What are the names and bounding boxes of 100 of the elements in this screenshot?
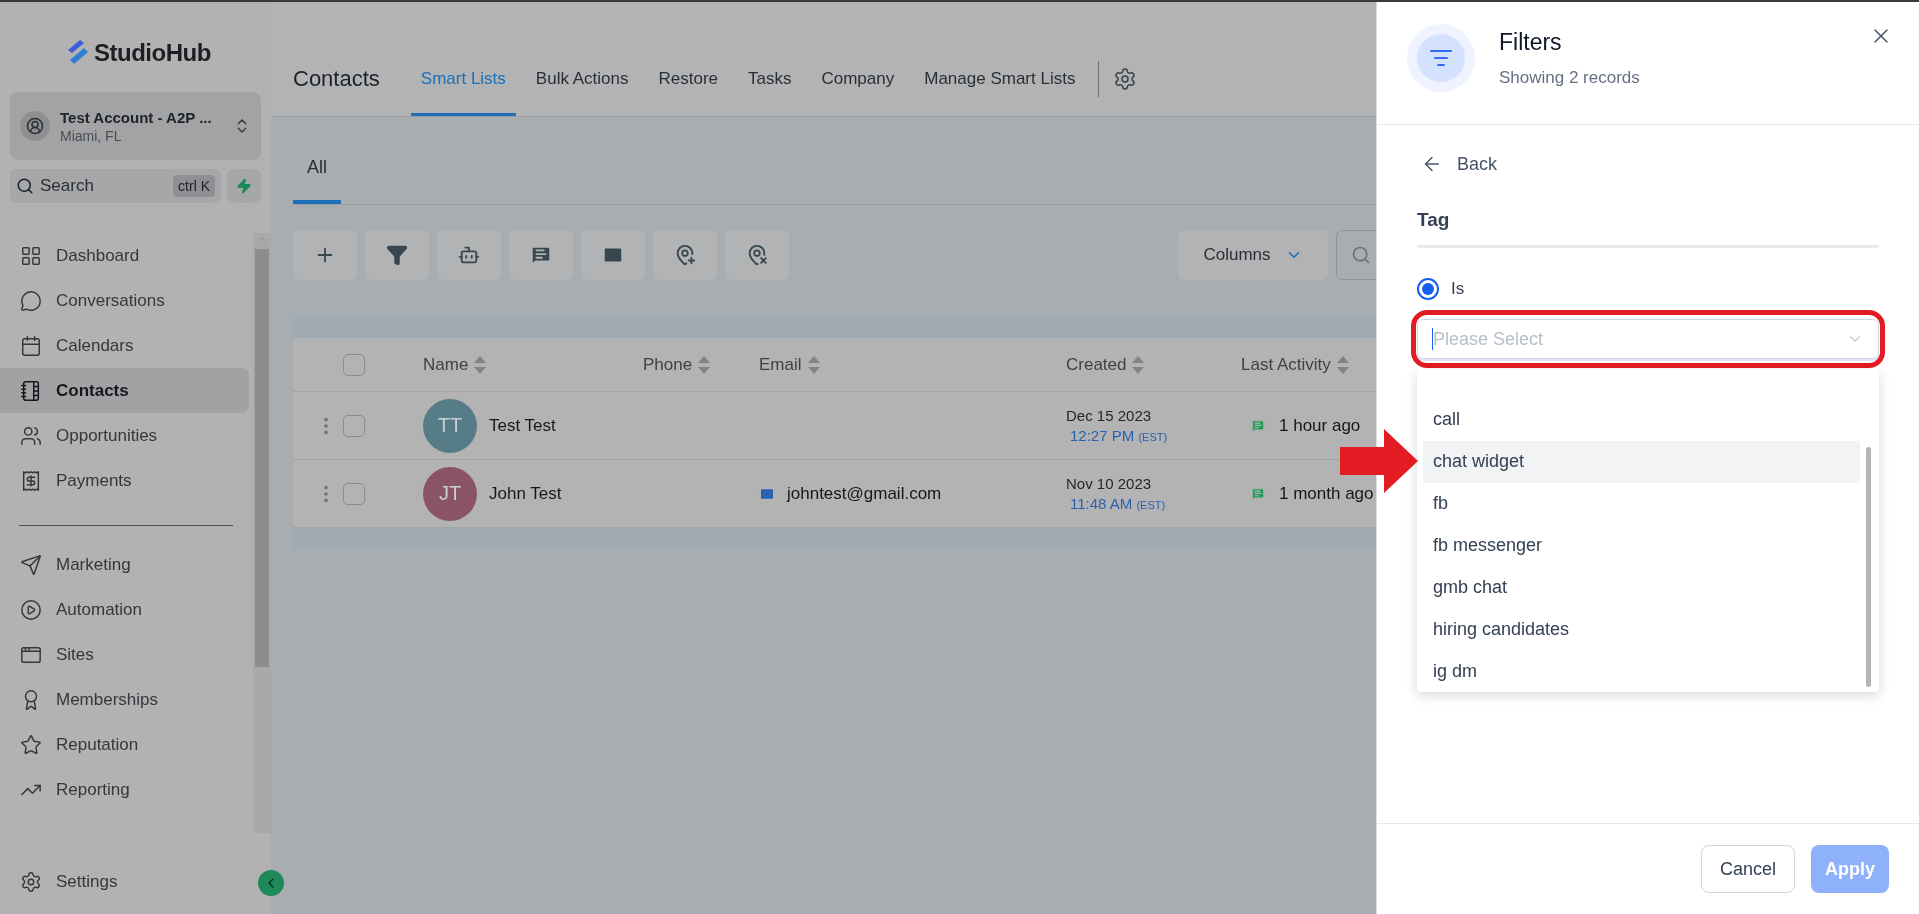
nav-item[interactable]: Contacts <box>0 368 249 413</box>
shortcut-key: ctrl K <box>173 175 215 197</box>
list-tab[interactable]: All <box>293 157 341 204</box>
bot-button[interactable] <box>437 230 501 280</box>
logo-icon <box>66 40 88 66</box>
checkbox[interactable] <box>343 414 365 437</box>
search-icon <box>16 177 34 195</box>
nav-item[interactable]: Calendars <box>0 323 249 368</box>
column-header[interactable]: Last Activity <box>1241 354 1376 375</box>
nav-item[interactable]: Marketing <box>0 542 249 587</box>
location-user-icon <box>26 117 44 135</box>
dropdown-option[interactable]: chat widget <box>1423 440 1860 483</box>
created-time: 12:27 PM (EST) <box>1069 427 1169 444</box>
last-activity: 1 month ago <box>1279 483 1374 504</box>
created-date: Dec 15 2023 <box>1066 407 1153 424</box>
sort-icon[interactable] <box>698 355 711 374</box>
sort-icon[interactable] <box>474 355 487 374</box>
sort-icon[interactable] <box>1132 355 1145 374</box>
checkbox[interactable] <box>343 482 365 505</box>
nav-item[interactable]: Payments <box>0 458 249 503</box>
nav-tab[interactable]: Manage Smart Lists <box>914 42 1086 116</box>
page-title: Contacts <box>293 66 380 92</box>
select-placeholder: Please Select <box>1433 328 1545 350</box>
quick-action-button[interactable] <box>227 169 261 203</box>
paper-plane-icon <box>20 553 42 576</box>
account-switcher[interactable]: Test Account - A2P ... Miami, FL <box>10 92 261 160</box>
nav-tab[interactable]: Company <box>811 42 905 116</box>
panel-title: Filters <box>1499 29 1563 56</box>
lightning-icon <box>236 178 252 194</box>
calendar-icon <box>20 334 42 357</box>
settings-icon[interactable] <box>1113 67 1138 91</box>
settings-item[interactable]: Settings <box>0 859 118 905</box>
pin-plus-icon <box>674 244 696 266</box>
nav-item[interactable]: Conversations <box>0 278 249 323</box>
columns-button[interactable]: Columns <box>1178 230 1328 280</box>
dropdown-option[interactable]: gmb chat <box>1423 566 1860 609</box>
add-tag-button[interactable] <box>653 230 717 280</box>
account-name: Test Account - A2P ... <box>60 108 213 126</box>
nav-item[interactable]: Reporting <box>0 767 249 812</box>
message-icon <box>530 244 552 266</box>
radio-label: Is <box>1451 279 1465 299</box>
chat-bubble-icon <box>20 289 42 312</box>
search-field[interactable]: Search ctrl K <box>10 169 221 203</box>
nav-item[interactable]: Automation <box>0 587 249 632</box>
contact-name[interactable]: John Test <box>489 483 562 504</box>
avatar: TT <box>423 398 477 453</box>
nav-item[interactable]: Opportunities <box>0 413 249 458</box>
nav-item[interactable]: Dashboard <box>0 233 249 278</box>
checkbox[interactable] <box>343 353 365 376</box>
message-icon <box>1251 418 1265 433</box>
nav-item[interactable]: Memberships <box>0 677 249 722</box>
filter-button[interactable] <box>365 230 429 280</box>
dropdown-option[interactable]: ig dm <box>1423 650 1860 692</box>
nav-item[interactable]: Sites <box>0 632 249 677</box>
add-button[interactable] <box>293 230 357 280</box>
column-header[interactable]: Email <box>759 354 1066 375</box>
back-button[interactable]: Back <box>1417 153 1498 175</box>
column-header[interactable]: Created <box>1066 354 1241 375</box>
robot-icon <box>458 244 480 266</box>
filter-icon <box>386 244 408 266</box>
search-icon <box>1351 245 1371 265</box>
people-icon <box>20 424 42 447</box>
dropdown-option[interactable]: fb messenger <box>1423 524 1860 567</box>
search-placeholder: Search <box>40 176 95 196</box>
field-label: Tag <box>1417 209 1879 248</box>
contact-name[interactable]: Test Test <box>489 415 556 436</box>
dropdown-option[interactable]: hiring candidates <box>1423 608 1860 651</box>
nav-tab[interactable]: Restore <box>648 42 728 116</box>
panel-subtitle: Showing 2 records <box>1499 68 1640 88</box>
logo-text: StudioHub <box>94 39 211 67</box>
message-icon <box>1251 486 1265 501</box>
pin-x-icon <box>746 244 768 266</box>
star-icon <box>20 733 42 756</box>
last-activity: 1 hour ago <box>1279 415 1361 436</box>
settings-icon <box>20 871 42 893</box>
dropdown-option[interactable]: call <box>1423 399 1860 441</box>
remove-tag-button[interactable] <box>725 230 789 280</box>
play-circle-icon <box>20 598 42 621</box>
avatar: JT <box>423 466 477 521</box>
scrollbar[interactable] <box>1866 447 1871 687</box>
grid-icon <box>20 244 42 267</box>
column-header[interactable]: Phone <box>643 354 759 375</box>
scrollbar[interactable] <box>253 233 271 833</box>
nav-tab[interactable]: Bulk Actions <box>525 42 639 116</box>
sort-icon[interactable] <box>1336 355 1349 374</box>
message-button[interactable] <box>509 230 573 280</box>
dropdown-option[interactable]: fb <box>1423 482 1860 525</box>
radio-button[interactable] <box>1417 278 1439 300</box>
account-location: Miami, FL <box>60 127 123 144</box>
nav-tab[interactable]: Tasks <box>738 42 802 116</box>
collapse-button[interactable] <box>258 870 284 896</box>
notebook-icon <box>20 379 42 402</box>
sort-icon[interactable] <box>807 355 820 374</box>
nav-item[interactable]: Reputation <box>0 722 249 767</box>
column-header[interactable]: Name <box>423 354 643 375</box>
created-date: Nov 10 2023 <box>1066 475 1153 492</box>
cancel-button[interactable]: Cancel <box>1701 845 1795 893</box>
receipt-icon <box>20 469 42 492</box>
email-button[interactable] <box>581 230 645 280</box>
email-cell: johntest@gmail.com <box>787 483 942 504</box>
